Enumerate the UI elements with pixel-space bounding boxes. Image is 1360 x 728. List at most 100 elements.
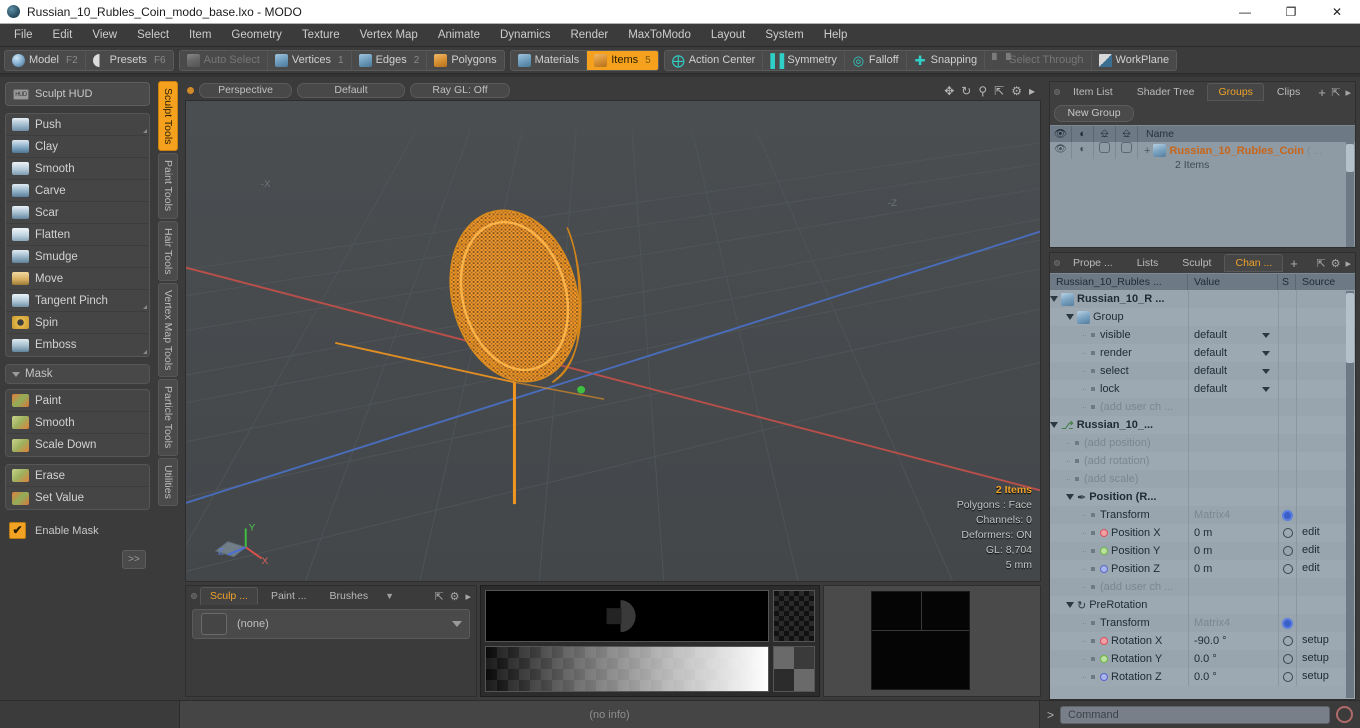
channel-value-cell[interactable] (1188, 308, 1278, 326)
channel-row[interactable]: Russian_10_R ... (1050, 290, 1355, 308)
channel-row[interactable]: ·· Position X 0 m edit (1050, 524, 1355, 542)
channel-row[interactable]: ↻ PreRotation (1050, 596, 1355, 614)
value-gradient-ramp[interactable] (485, 646, 769, 692)
maximize-button[interactable]: ❐ (1268, 0, 1314, 24)
panel-tab-groups[interactable]: Groups (1207, 83, 1264, 101)
panel-menu-dot-icon[interactable] (191, 593, 197, 599)
channel-value-cell[interactable]: Matrix4 (1188, 614, 1278, 632)
channel-value-cell[interactable]: Matrix4 (1188, 506, 1278, 524)
panel-tab-sculpt[interactable]: Sculpt (1171, 254, 1222, 272)
channel-table-body[interactable]: Russian_10_R ... Group ·· visible default ·· r… (1050, 290, 1355, 699)
channel-state-circle-icon[interactable] (1282, 546, 1293, 556)
channel-state-cell[interactable] (1278, 542, 1296, 560)
panel-tab-lists[interactable]: Lists (1126, 254, 1170, 272)
channel-value-cell[interactable] (1188, 452, 1278, 470)
menu-item-geometry[interactable]: Geometry (221, 26, 292, 44)
shading-dropdown[interactable]: Default (297, 83, 405, 98)
group-list-body[interactable]: 👁 ◐ + Russian_10_Rubles_Coin ( ... 2 Ite… (1050, 142, 1355, 247)
close-button[interactable]: ✕ (1314, 0, 1360, 24)
toolbar-button-snapping[interactable]: ✚ Snapping (907, 50, 986, 70)
channel-row[interactable]: ·· (add rotation) (1050, 452, 1355, 470)
enable-mask-checkbox[interactable]: ✔ (9, 522, 26, 539)
channel-value-cell[interactable]: default (1188, 326, 1278, 344)
channel-name-cell[interactable]: ✒ Position (R... (1050, 491, 1188, 504)
channel-name-cell[interactable]: ·· (add rotation) (1050, 455, 1188, 467)
brush-shape-preview[interactable] (485, 590, 769, 643)
tool-smooth[interactable]: Smooth (6, 412, 149, 434)
chevron-down-icon[interactable] (1066, 494, 1074, 500)
tool-paint[interactable]: Paint (6, 390, 149, 412)
chevron-right-icon[interactable]: ▸ (465, 590, 471, 603)
vertical-tab-utilities[interactable]: Utilities (158, 457, 178, 506)
channel-row[interactable]: ·· (add user ch ... (1050, 398, 1355, 416)
channel-name-cell[interactable]: ·· Transform (1050, 617, 1188, 629)
channel-state-cell[interactable] (1278, 326, 1296, 344)
channel-state-circle-icon[interactable] (1282, 636, 1293, 646)
channel-name-cell[interactable]: ·· Position Z (1050, 563, 1188, 575)
vertical-tab-vertex-map-tools[interactable]: Vertex Map Tools (158, 283, 178, 378)
vertical-tab-paint-tools[interactable]: Paint Tools (158, 153, 178, 219)
channel-state-cell[interactable] (1278, 632, 1296, 650)
menu-item-maxtomodo[interactable]: MaxToModo (618, 26, 701, 44)
expand-plus-icon[interactable]: + (1144, 145, 1150, 157)
channel-row[interactable]: ·· (add scale) (1050, 470, 1355, 488)
group-list-scrollbar[interactable] (1346, 142, 1354, 247)
menu-item-view[interactable]: View (82, 26, 127, 44)
panel-tab-shader-tree[interactable]: Shader Tree (1126, 83, 1206, 101)
channel-state-circle-icon[interactable] (1282, 654, 1293, 664)
menu-item-vertex-map[interactable]: Vertex Map (350, 26, 428, 44)
menu-item-dynamics[interactable]: Dynamics (490, 26, 560, 44)
tool-erase[interactable]: Erase (6, 465, 149, 487)
table-row[interactable]: 👁 ◐ + Russian_10_Rubles_Coin ( ... (1050, 142, 1355, 159)
channel-state-cell[interactable] (1278, 614, 1296, 632)
vertical-tab-hair-tools[interactable]: Hair Tools (158, 220, 178, 282)
channel-value-cell[interactable]: 0 m (1188, 524, 1278, 542)
menu-item-layout[interactable]: Layout (701, 26, 756, 44)
channel-value-cell[interactable] (1188, 290, 1278, 308)
toolbar-button-vertices[interactable]: Vertices 1 (268, 50, 352, 70)
color-quad-swatch[interactable] (773, 646, 815, 692)
view-mode-dropdown[interactable]: Perspective (199, 83, 292, 98)
channel-name-cell[interactable]: ·· Transform (1050, 509, 1188, 521)
chevron-down-icon[interactable] (1066, 602, 1074, 608)
chevron-down-icon[interactable] (1050, 296, 1058, 302)
channel-state-circle-icon[interactable] (1282, 564, 1293, 574)
menu-item-texture[interactable]: Texture (292, 26, 350, 44)
panel-tab-prope[interactable]: Prope ... (1062, 254, 1124, 272)
channel-row[interactable]: ·· Rotation X -90.0 ° setup (1050, 632, 1355, 650)
channel-state-circle-icon[interactable] (1282, 672, 1293, 682)
chevron-down-icon[interactable] (452, 621, 462, 627)
menu-item-system[interactable]: System (755, 26, 813, 44)
channel-state-cell[interactable] (1278, 578, 1296, 596)
channel-name-cell[interactable]: ·· select (1050, 365, 1188, 377)
channel-row[interactable]: ·· Transform Matrix4 (1050, 506, 1355, 524)
new-group-button[interactable]: New Group (1054, 105, 1134, 122)
channel-row[interactable]: ·· Position Y 0 m edit (1050, 542, 1355, 560)
toolbar-button-symmetry[interactable]: ▌▌ Symmetry (763, 50, 845, 70)
gear-icon[interactable]: ⚙ (1011, 84, 1022, 98)
panel-menu-dot-icon[interactable] (1054, 260, 1060, 266)
raygl-dropdown[interactable]: Ray GL: Off (410, 83, 510, 98)
channel-name-cell[interactable]: ⎇ Russian_10_... (1050, 419, 1188, 432)
channel-state-cell[interactable] (1278, 488, 1296, 506)
menu-item-edit[interactable]: Edit (43, 26, 83, 44)
channel-name-cell[interactable]: ↻ PreRotation (1050, 599, 1188, 612)
channel-state-cell[interactable] (1278, 344, 1296, 362)
channel-state-cell[interactable] (1278, 362, 1296, 380)
channel-row[interactable]: ·· (add position) (1050, 434, 1355, 452)
channel-state-cell[interactable] (1278, 434, 1296, 452)
3d-viewport[interactable]: Y X Z -X -Z 2 Items Polygons : Face Chan… (185, 100, 1041, 582)
channel-state-cell[interactable] (1278, 416, 1296, 434)
channel-name-cell[interactable]: ·· (add user ch ... (1050, 401, 1188, 413)
row-eye-icon[interactable]: 👁 (1050, 142, 1072, 159)
row-render-icon[interactable]: ◐ (1072, 142, 1094, 159)
channel-name-cell[interactable]: Group (1050, 310, 1188, 324)
channel-row[interactable]: ⎇ Russian_10_... (1050, 416, 1355, 434)
tool-emboss[interactable]: Emboss (6, 334, 149, 356)
channel-value-cell[interactable] (1188, 416, 1278, 434)
channel-value-cell[interactable]: 0.0 ° (1188, 668, 1278, 686)
pan-icon[interactable]: ✥ (944, 84, 954, 98)
panel-tab-clips[interactable]: Clips (1266, 83, 1311, 101)
toolbar-button-edges[interactable]: Edges 2 (352, 50, 428, 70)
channel-row[interactable]: Group (1050, 308, 1355, 326)
